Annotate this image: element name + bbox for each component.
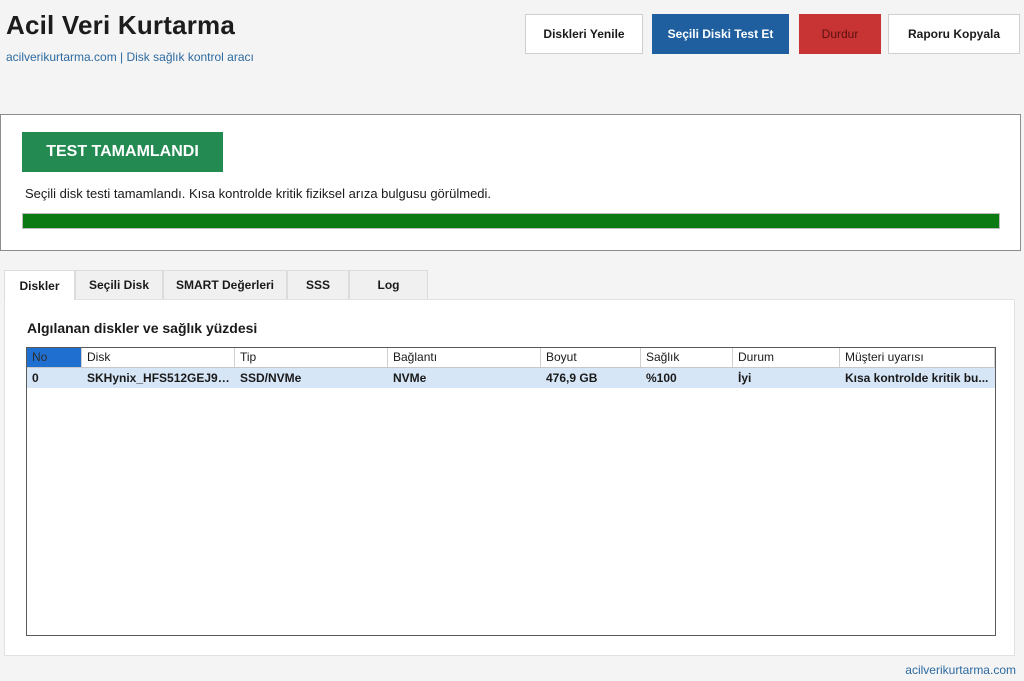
cell-connection: NVMe: [393, 371, 427, 385]
table-row[interactable]: 0 SKHynix_HFS512GEJ9X... SSD/NVMe NVMe 4…: [27, 368, 995, 388]
column-header-type[interactable]: Tip: [235, 348, 388, 367]
progress-fill: [23, 214, 999, 228]
cell-status: İyi: [738, 371, 752, 385]
tab-selected-disk[interactable]: Seçili Disk: [75, 270, 163, 299]
progress-bar: [22, 213, 1000, 229]
tab-log[interactable]: Log: [349, 270, 428, 299]
cell-customer-warning: Kısa kontrolde kritik bu...: [845, 371, 989, 385]
column-header-health[interactable]: Sağlık: [641, 348, 733, 367]
app-subtitle: acilverikurtarma.com | Disk sağlık kontr…: [6, 50, 254, 64]
column-header-disk[interactable]: Disk: [82, 348, 235, 367]
tab-faq[interactable]: SSS: [287, 270, 349, 299]
table-header: No Disk Tip Bağlantı Boyut Sağlık Durum …: [27, 348, 995, 368]
section-title: Algılanan diskler ve sağlık yüzdesi: [27, 320, 258, 336]
cell-type: SSD/NVMe: [240, 371, 302, 385]
column-header-customer-warning[interactable]: Müşteri uyarısı: [840, 348, 995, 367]
column-header-connection[interactable]: Bağlantı: [388, 348, 541, 367]
disk-table[interactable]: No Disk Tip Bağlantı Boyut Sağlık Durum …: [26, 347, 996, 636]
status-panel: TEST TAMAMLANDI Seçili disk testi tamaml…: [0, 114, 1021, 251]
copy-report-button[interactable]: Raporu Kopyala: [888, 14, 1020, 54]
column-header-size[interactable]: Boyut: [541, 348, 641, 367]
footer-website-link[interactable]: acilverikurtarma.com: [905, 663, 1016, 677]
status-badge: TEST TAMAMLANDI: [22, 132, 223, 172]
column-header-no[interactable]: No: [27, 348, 82, 367]
disks-tab-panel: Algılanan diskler ve sağlık yüzdesi No D…: [4, 299, 1015, 656]
tab-smart-values[interactable]: SMART Değerleri: [163, 270, 287, 299]
cell-health: %100: [646, 371, 677, 385]
app-title: Acil Veri Kurtarma: [6, 10, 236, 40]
status-message: Seçili disk testi tamamlandı. Kısa kontr…: [25, 186, 492, 201]
test-selected-disk-button[interactable]: Seçili Diski Test Et: [652, 14, 789, 54]
stop-button[interactable]: Durdur: [799, 14, 881, 54]
refresh-disks-button[interactable]: Diskleri Yenile: [525, 14, 643, 54]
column-header-status[interactable]: Durum: [733, 348, 840, 367]
cell-no: 0: [32, 371, 39, 385]
tab-disks[interactable]: Diskler: [4, 270, 75, 300]
cell-disk: SKHynix_HFS512GEJ9X...: [87, 371, 235, 385]
cell-size: 476,9 GB: [546, 371, 598, 385]
